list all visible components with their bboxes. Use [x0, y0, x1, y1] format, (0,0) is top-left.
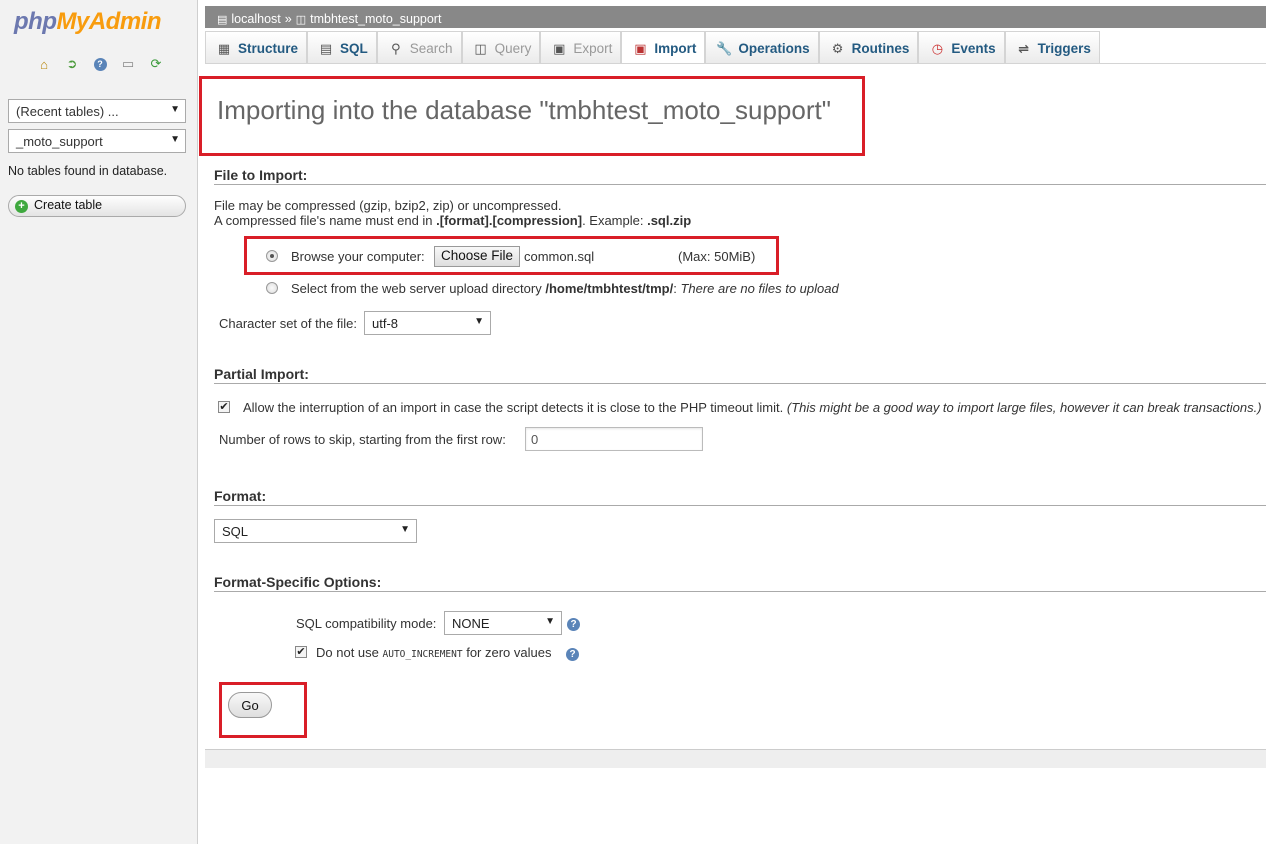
- database-icon: ◫: [295, 13, 307, 26]
- routines-icon: ⚙: [831, 41, 844, 56]
- tab-bar: ▦ Structure ▤ SQL ⚲ Search ◫ Query ▣ Export ▣…: [205, 31, 1100, 64]
- skip-rows-label: Number of rows to skip, starting from th…: [219, 432, 506, 447]
- sql-compat-select[interactable]: NONE ▼: [444, 611, 562, 635]
- no-auto-increment-checkbox[interactable]: ✔: [295, 646, 307, 658]
- search-icon: ⚲: [391, 41, 401, 56]
- tab-triggers[interactable]: ⇌ Triggers: [1004, 31, 1100, 64]
- compression-note: File may be compressed (gzip, bzip2, zip…: [214, 198, 562, 213]
- chevron-down-icon: ▼: [400, 524, 410, 535]
- footer-bar: [205, 749, 1266, 768]
- help-icon[interactable]: ?: [566, 648, 579, 661]
- tab-export[interactable]: ▣ Export: [540, 31, 622, 64]
- reload-icon[interactable]: ⟳: [146, 56, 166, 72]
- help-icon[interactable]: ?: [90, 56, 110, 72]
- tab-routines[interactable]: ⚙ Routines: [818, 31, 919, 64]
- allow-interrupt-label: Allow the interruption of an import in c…: [243, 400, 1262, 415]
- file-import-heading: File to Import:: [214, 167, 308, 183]
- server-upload-label: Select from the web server upload direct…: [291, 281, 839, 296]
- clock-icon: ◷: [931, 41, 944, 56]
- sql-compat-label: SQL compatibility mode:: [296, 616, 437, 631]
- sql-icon: ▤: [319, 41, 333, 56]
- help-icon[interactable]: ?: [567, 618, 580, 631]
- no-auto-increment-label: Do not use AUTO_INCREMENT for zero value…: [316, 645, 552, 660]
- chevron-down-icon: ▼: [545, 616, 555, 627]
- chevron-down-icon: ▼: [170, 134, 180, 145]
- chevron-down-icon: ▼: [170, 104, 180, 115]
- database-select[interactable]: _moto_support ▼: [8, 129, 186, 153]
- browse-computer-radio[interactable]: [266, 250, 278, 262]
- charset-label: Character set of the file:: [219, 316, 358, 331]
- partial-import-heading: Partial Import:: [214, 366, 309, 382]
- selected-file-name: common.sql: [524, 249, 595, 264]
- browse-label: Browse your computer:: [291, 249, 425, 264]
- tab-import[interactable]: ▣ Import: [621, 31, 706, 64]
- max-upload-size: (Max: 50MiB): [678, 249, 756, 264]
- tab-structure[interactable]: ▦ Structure: [205, 31, 308, 64]
- chevron-down-icon: ▼: [474, 316, 484, 327]
- format-options-heading: Format-Specific Options:: [214, 574, 382, 590]
- structure-icon: ▦: [217, 41, 231, 56]
- choose-file-button[interactable]: Choose File: [434, 246, 520, 267]
- tab-search[interactable]: ⚲ Search: [376, 31, 462, 64]
- charset-select[interactable]: utf-8 ▼: [364, 311, 491, 335]
- home-icon[interactable]: ⌂: [34, 56, 54, 72]
- server-icon: ▤: [217, 13, 228, 26]
- query-icon: ◫: [474, 41, 487, 56]
- breadcrumb-server[interactable]: localhost: [231, 12, 280, 26]
- breadcrumb: ▤ localhost » ◫ tmbhtest_moto_support: [205, 6, 1266, 28]
- section-divider: [214, 505, 1266, 506]
- logout-icon[interactable]: ➲: [62, 56, 82, 72]
- phpmyadmin-logo[interactable]: phpMyAdmin: [14, 8, 162, 36]
- navigation-sidebar: phpMyAdmin ⌂ ➲ ? ▭ ⟳ (Recent tables) ...…: [0, 0, 198, 844]
- server-upload-radio[interactable]: [266, 282, 278, 294]
- import-icon: ▣: [634, 41, 647, 56]
- compression-format-note: A compressed file's name must end in .[f…: [214, 213, 692, 228]
- docs-icon[interactable]: ▭: [118, 56, 138, 72]
- tab-events[interactable]: ◷ Events: [918, 31, 1005, 64]
- skip-rows-input[interactable]: 0: [525, 427, 703, 451]
- section-divider: [214, 591, 1266, 592]
- tab-query[interactable]: ◫ Query: [461, 31, 541, 64]
- page-title: Importing into the database "tmbhtest_mo…: [217, 95, 831, 125]
- format-select[interactable]: SQL ▼: [214, 519, 417, 543]
- triggers-icon: ⇌: [1018, 41, 1030, 56]
- breadcrumb-database[interactable]: tmbhtest_moto_support: [310, 12, 441, 26]
- tab-sql[interactable]: ▤ SQL: [307, 31, 377, 64]
- export-icon: ▣: [553, 41, 566, 56]
- format-heading: Format:: [214, 488, 267, 504]
- allow-interrupt-checkbox[interactable]: ✔: [218, 401, 230, 413]
- no-tables-message: No tables found in database.: [8, 164, 168, 178]
- section-divider: [214, 383, 1266, 384]
- wrench-icon: 🔧: [716, 41, 733, 56]
- tab-operations[interactable]: 🔧 Operations: [705, 31, 819, 64]
- nav-icon-row: ⌂ ➲ ? ▭ ⟳: [34, 56, 166, 72]
- create-table-button[interactable]: + Create table: [8, 195, 186, 217]
- go-button[interactable]: Go: [228, 692, 272, 718]
- section-divider: [214, 184, 1266, 185]
- recent-tables-select[interactable]: (Recent tables) ... ▼: [8, 99, 186, 123]
- add-icon: +: [15, 200, 28, 213]
- tab-divider: [205, 63, 1266, 64]
